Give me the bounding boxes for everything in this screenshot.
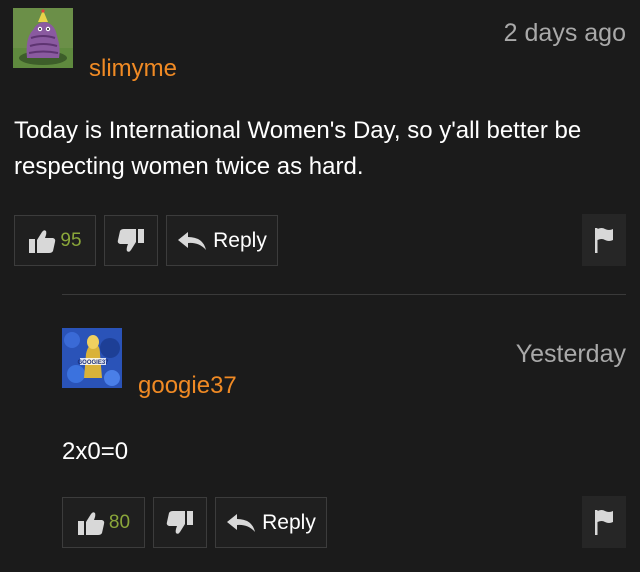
reply-arrow-icon	[227, 513, 256, 532]
like-button[interactable]: 95	[14, 215, 96, 266]
reply-button[interactable]: Reply	[166, 215, 278, 266]
like-count: 95	[60, 229, 82, 251]
like-count: 80	[108, 511, 131, 533]
like-button[interactable]: 80	[62, 497, 145, 548]
avatar-image	[13, 8, 73, 68]
comment-username[interactable]: slimyme	[89, 57, 177, 81]
comment-timestamp: Yesterday	[515, 340, 626, 368]
reply-arrow-icon	[178, 231, 207, 250]
avatar-text: GOOGIE37	[77, 360, 109, 366]
avatar[interactable]	[13, 8, 73, 68]
dislike-button[interactable]	[104, 215, 158, 266]
comment-body: Today is International Women's Day, so y…	[14, 117, 582, 180]
flag-icon	[595, 510, 613, 535]
comment-username[interactable]: googie37	[138, 374, 237, 398]
reply-button[interactable]: Reply	[215, 497, 327, 548]
thumbs-down-icon	[166, 510, 193, 534]
comment-timestamp: 2 days ago	[503, 19, 626, 47]
comment-body: 2x0=0	[62, 438, 129, 465]
flag-button[interactable]	[582, 496, 626, 548]
avatar-image: GOOGIE37	[62, 328, 122, 388]
divider	[62, 294, 626, 295]
flag-button[interactable]	[582, 214, 626, 266]
thumbs-up-icon	[77, 511, 105, 535]
flag-icon	[595, 228, 613, 253]
dislike-button[interactable]	[153, 497, 207, 548]
reply-label: Reply	[262, 510, 316, 534]
thumbs-down-icon	[117, 228, 144, 252]
thumbs-up-icon	[29, 229, 56, 253]
reply-label: Reply	[213, 228, 267, 252]
avatar[interactable]: GOOGIE37	[62, 328, 122, 388]
